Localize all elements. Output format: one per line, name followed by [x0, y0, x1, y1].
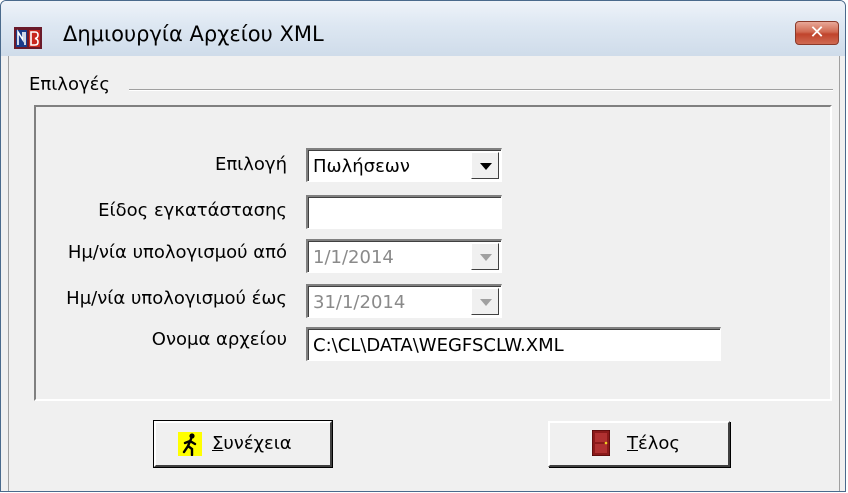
epilogi-combobox[interactable]: Πωλήσεων [306, 148, 502, 182]
date-to-label: Ημ/νία υπολογισμού έως [66, 288, 287, 309]
chevron-down-icon [480, 254, 492, 261]
chevron-down-icon [480, 163, 492, 170]
epilogi-dropdown-button[interactable] [471, 152, 499, 179]
date-to-dropdown-button[interactable] [471, 288, 499, 315]
date-to-value: 31/1/2014 [313, 292, 406, 313]
filename-input[interactable]: C:\CL\DATA\WEGFSCLW.XML [306, 327, 721, 361]
date-from-picker[interactable]: 1/1/2014 [306, 239, 502, 273]
group-label: Επιλογές [29, 74, 115, 95]
close-icon: ✕ [809, 22, 825, 43]
dialog-window: Δημιουργία Αρχείου XML ✕ Επιλογές Επιλογ… [0, 0, 846, 492]
continue-label: Συνέχεια [212, 433, 292, 454]
group-separator [129, 89, 833, 91]
chevron-down-icon [480, 299, 492, 306]
epilogi-label: Επιλογή [214, 154, 287, 175]
end-button[interactable]: Τέλος [548, 421, 730, 467]
title-bar[interactable]: Δημιουργία Αρχείου XML ✕ [1, 1, 845, 56]
end-label-rest: έλος [638, 433, 680, 454]
continue-mnemonic: Σ [212, 433, 224, 454]
continue-label-rest: υνέχεια [223, 433, 292, 454]
date-from-value: 1/1/2014 [313, 247, 394, 268]
date-from-dropdown-button[interactable] [471, 243, 499, 270]
walking-person-icon [178, 432, 202, 456]
epilogi-value: Πωλήσεων [313, 156, 410, 177]
filename-value: C:\CL\DATA\WEGFSCLW.XML [313, 335, 564, 356]
continue-button[interactable]: Συνέχεια [153, 420, 333, 468]
filename-label: Ονομα αρχείου [151, 329, 287, 350]
end-label: Τέλος [627, 433, 680, 454]
eidos-label: Είδος εγκατάστασης [98, 200, 287, 221]
door-icon [592, 430, 610, 456]
date-from-label: Ημ/νία υπολογισμού από [67, 242, 287, 263]
app-icon [14, 27, 42, 49]
date-to-picker[interactable]: 31/1/2014 [306, 284, 502, 318]
end-mnemonic: Τ [627, 433, 638, 454]
window-title: Δημιουργία Αρχείου XML [63, 22, 324, 46]
eidos-input[interactable] [306, 195, 502, 229]
close-button[interactable]: ✕ [795, 21, 839, 45]
